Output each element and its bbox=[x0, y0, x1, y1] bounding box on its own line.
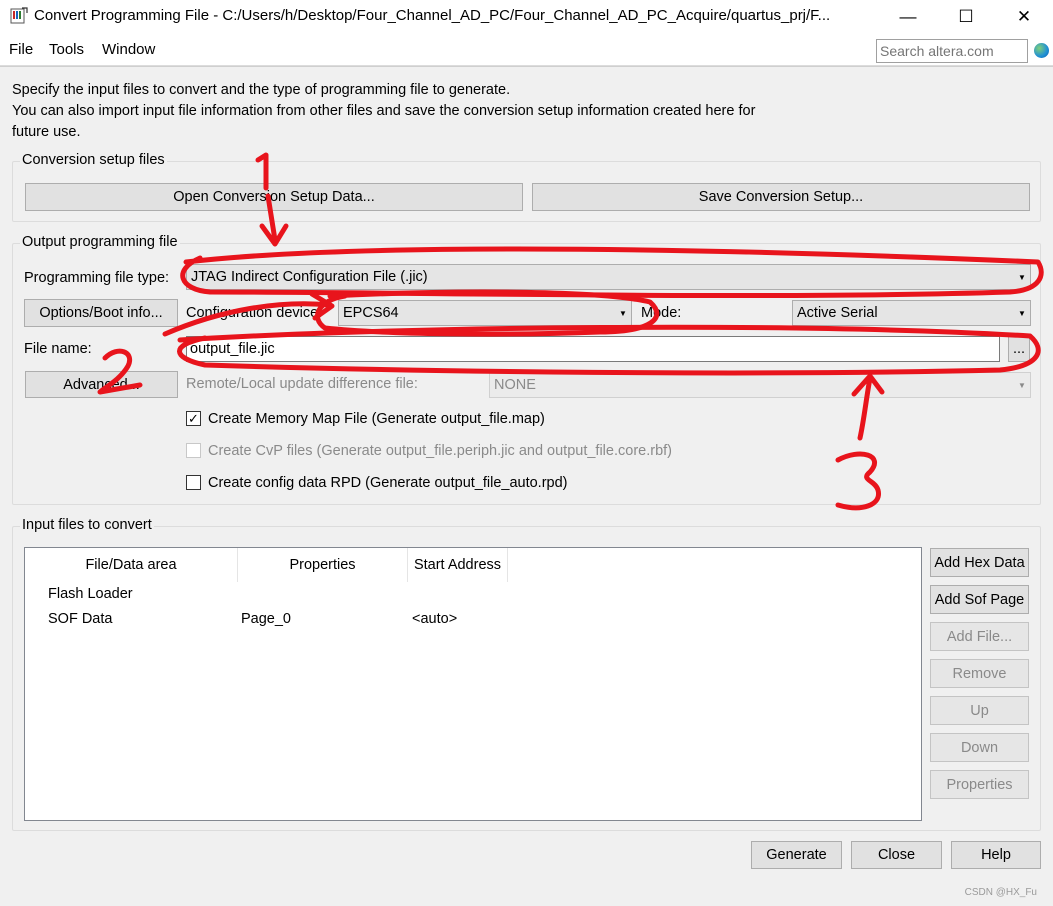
checkmark-icon: ✓ bbox=[188, 411, 199, 426]
options-boot-info-button[interactable]: Options/Boot info... bbox=[24, 299, 178, 327]
advanced-button[interactable]: Advanced... bbox=[25, 371, 178, 398]
file-type-label: Programming file type: bbox=[24, 270, 170, 286]
save-conversion-setup-button[interactable]: Save Conversion Setup... bbox=[532, 183, 1030, 211]
window-title: Convert Programming File - C:/Users/h/De… bbox=[34, 7, 831, 24]
column-header-properties[interactable]: Properties bbox=[238, 548, 408, 582]
close-window-button[interactable]: ✕ bbox=[995, 0, 1053, 34]
list-item[interactable]: Flash Loader bbox=[25, 584, 921, 606]
row-address: <auto> bbox=[412, 611, 458, 627]
app-icon bbox=[10, 7, 28, 24]
search-input[interactable] bbox=[876, 39, 1028, 63]
remote-diff-value: NONE bbox=[494, 377, 536, 393]
row-properties: Page_0 bbox=[241, 611, 291, 627]
intro-line-2: You can also import input file informati… bbox=[12, 103, 756, 119]
remote-diff-select: NONE ▼ bbox=[489, 372, 1031, 398]
config-rpd-checkbox[interactable] bbox=[186, 475, 201, 490]
mode-select[interactable]: Active Serial ▼ bbox=[792, 300, 1031, 326]
list-item[interactable]: SOF Data Page_0 <auto> bbox=[25, 609, 921, 631]
config-rpd-label: Create config data RPD (Generate output_… bbox=[208, 475, 568, 491]
minimize-button[interactable]: — bbox=[879, 0, 937, 34]
menu-window[interactable]: Window bbox=[102, 41, 155, 58]
chevron-down-icon: ▼ bbox=[619, 308, 627, 318]
output-programming-title: Output programming file bbox=[20, 234, 180, 250]
column-header-start-address[interactable]: Start Address bbox=[408, 548, 508, 582]
input-files-list[interactable]: File/Data area Properties Start Address … bbox=[24, 547, 922, 821]
globe-icon[interactable] bbox=[1034, 43, 1049, 58]
add-hex-data-button[interactable]: Add Hex Data bbox=[930, 548, 1029, 577]
chevron-down-icon: ▼ bbox=[1018, 272, 1026, 282]
file-type-value: JTAG Indirect Configuration File (.jic) bbox=[191, 269, 428, 285]
memory-map-label: Create Memory Map File (Generate output_… bbox=[208, 411, 545, 427]
file-name-input[interactable]: output_file.jic bbox=[186, 336, 1000, 362]
open-conversion-setup-button[interactable]: Open Conversion Setup Data... bbox=[25, 183, 523, 211]
help-button[interactable]: Help bbox=[951, 841, 1041, 869]
cvp-files-label: Create CvP files (Generate output_file.p… bbox=[208, 443, 672, 459]
maximize-button[interactable]: ☐ bbox=[937, 0, 995, 34]
up-button: Up bbox=[930, 696, 1029, 725]
input-files-title: Input files to convert bbox=[20, 517, 154, 533]
close-button[interactable]: Close bbox=[851, 841, 942, 869]
remote-diff-label: Remote/Local update difference file: bbox=[186, 376, 418, 392]
add-sof-page-button[interactable]: Add Sof Page bbox=[930, 585, 1029, 614]
config-device-select[interactable]: EPCS64 ▼ bbox=[338, 300, 632, 326]
add-file-button: Add File... bbox=[930, 622, 1029, 651]
conversion-setup-title: Conversion setup files bbox=[20, 152, 167, 168]
menu-tools[interactable]: Tools bbox=[49, 41, 84, 58]
file-name-label: File name: bbox=[24, 341, 92, 357]
browse-button[interactable]: ... bbox=[1008, 336, 1030, 362]
file-type-select[interactable]: JTAG Indirect Configuration File (.jic) … bbox=[186, 264, 1031, 290]
title-bar: Convert Programming File - C:/Users/h/De… bbox=[0, 0, 1053, 34]
chevron-down-icon: ▼ bbox=[1018, 308, 1026, 318]
generate-button[interactable]: Generate bbox=[751, 841, 842, 869]
column-header-area[interactable]: File/Data area bbox=[25, 548, 238, 582]
remove-button: Remove bbox=[930, 659, 1029, 688]
down-button: Down bbox=[930, 733, 1029, 762]
intro-line-1: Specify the input files to convert and t… bbox=[12, 82, 511, 98]
mode-value: Active Serial bbox=[797, 305, 878, 321]
row-area: SOF Data bbox=[48, 611, 113, 627]
row-area: Flash Loader bbox=[48, 586, 133, 602]
watermark: CSDN @HX_Fu bbox=[964, 887, 1037, 898]
config-device-label: Configuration device: bbox=[186, 305, 323, 321]
properties-button: Properties bbox=[930, 770, 1029, 799]
mode-label: Mode: bbox=[641, 305, 682, 321]
cvp-files-checkbox bbox=[186, 443, 201, 458]
intro-line-3: future use. bbox=[12, 124, 81, 140]
memory-map-checkbox[interactable]: ✓ bbox=[186, 411, 201, 426]
config-device-value: EPCS64 bbox=[343, 305, 399, 321]
menu-file[interactable]: File bbox=[9, 41, 33, 58]
chevron-down-icon: ▼ bbox=[1018, 380, 1026, 390]
